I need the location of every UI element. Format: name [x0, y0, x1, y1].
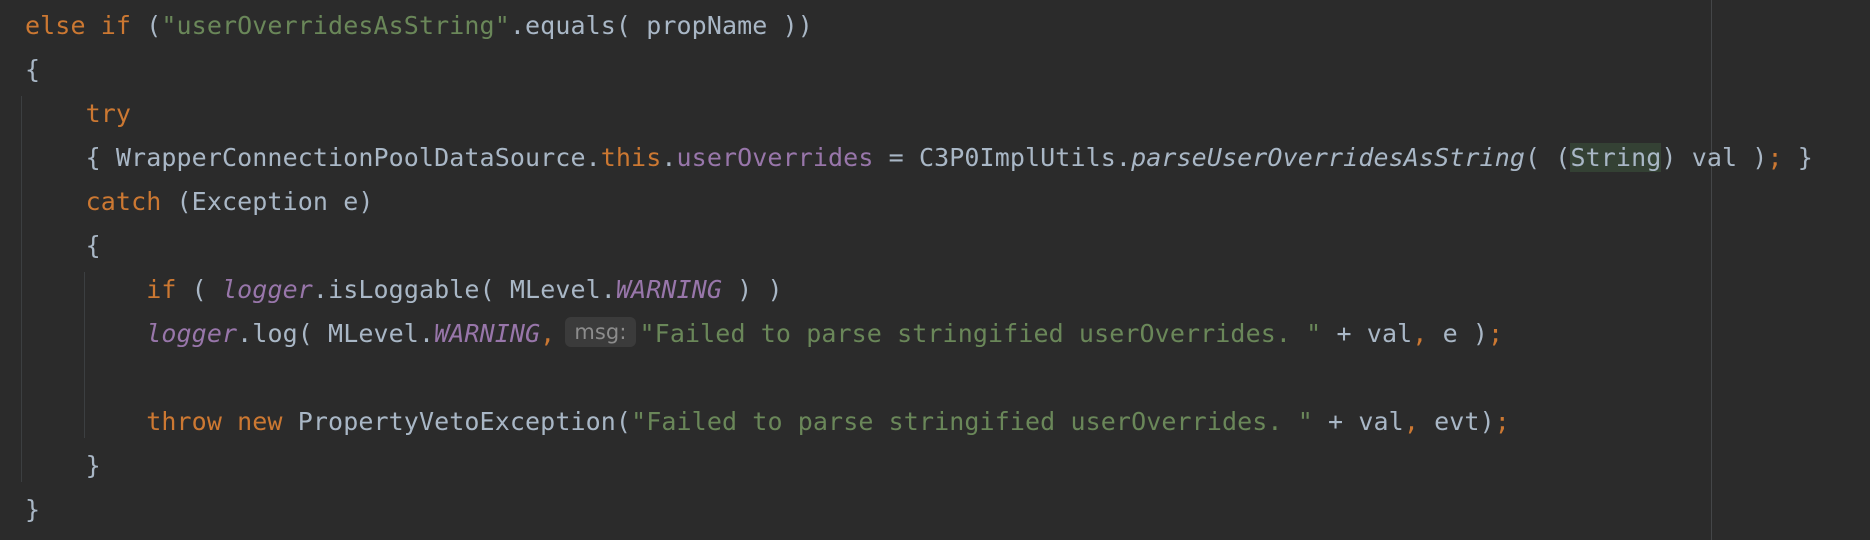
code-token: e ): [1427, 319, 1489, 348]
punctuation-token: ,: [1403, 407, 1419, 436]
indent-guide: [21, 96, 22, 482]
code-token: }: [25, 451, 101, 480]
code-token: }: [25, 495, 41, 524]
code-token: {: [25, 231, 101, 260]
code-token: + val: [1321, 319, 1413, 348]
code-line[interactable]: throw new PropertyVetoException("Failed …: [25, 400, 1510, 444]
code-line[interactable]: {: [25, 48, 40, 92]
code-token: evt): [1418, 407, 1495, 436]
code-token: { WrapperConnectionPoolDataSource.: [25, 143, 601, 172]
highlighted-token: String: [1570, 143, 1662, 172]
code-token: .isLoggable( MLevel.: [312, 275, 616, 304]
code-token: ( (: [1525, 143, 1571, 172]
right-margin-guide: [1711, 0, 1712, 540]
code-token: ) val ): [1661, 143, 1768, 172]
punctuation-token: ;: [1494, 407, 1510, 436]
code-token: }: [1782, 143, 1813, 172]
string-literal: "Failed to parse stringified userOverrid…: [639, 319, 1322, 348]
code-line[interactable]: {: [25, 224, 101, 268]
code-line[interactable]: else if ("userOverridesAsString".equals(…: [25, 4, 813, 48]
code-line[interactable]: { WrapperConnectionPoolDataSource.this.u…: [25, 136, 1813, 180]
inlay-hint: msg:: [565, 317, 636, 347]
code-token: (Exception e): [161, 187, 374, 216]
code-line[interactable]: }: [25, 488, 40, 532]
code-token: PropertyVetoException(: [282, 407, 632, 436]
keyword-token: this: [600, 143, 662, 172]
code-token: + val: [1312, 407, 1404, 436]
code-token: {: [25, 55, 41, 84]
keyword-token: catch: [85, 187, 162, 216]
code-token: .log( MLevel.: [237, 319, 435, 348]
keyword-token: try: [85, 99, 132, 128]
code-token: (: [176, 275, 222, 304]
static-field-token: logger: [146, 319, 238, 348]
method-call-token: parseUserOverridesAsString: [1131, 143, 1525, 172]
string-literal: "userOverridesAsString": [161, 11, 510, 40]
punctuation-token: ;: [1488, 319, 1504, 348]
keyword-token: if: [146, 275, 177, 304]
code-token: = C3P0ImplUtils.: [873, 143, 1132, 172]
punctuation-token: ,: [1412, 319, 1428, 348]
code-token: ) ): [722, 275, 783, 304]
code-editor[interactable]: else if ("userOverridesAsString".equals(…: [0, 0, 1870, 540]
static-field-token: WARNING: [434, 319, 541, 348]
punctuation-token: ;: [1767, 143, 1783, 172]
code-line[interactable]: }: [25, 444, 101, 488]
string-literal: "Failed to parse stringified userOverrid…: [631, 407, 1313, 436]
keyword-token: throw new: [146, 407, 283, 436]
code-line[interactable]: try: [25, 92, 131, 136]
keyword-token: else if: [25, 11, 132, 40]
static-field-token: logger: [222, 275, 313, 304]
code-line[interactable]: if ( logger.isLoggable( MLevel.WARNING )…: [25, 268, 783, 312]
punctuation-token: ,: [540, 319, 556, 348]
code-token: (: [131, 11, 162, 40]
code-token: .: [661, 143, 677, 172]
field-token: userOverrides: [676, 143, 874, 172]
code-line[interactable]: logger.log( MLevel.WARNING, msg: "Failed t…: [25, 312, 1503, 356]
code-token: .equals( propName )): [509, 11, 813, 40]
code-line[interactable]: catch (Exception e): [25, 180, 374, 224]
static-field-token: WARNING: [615, 275, 723, 304]
